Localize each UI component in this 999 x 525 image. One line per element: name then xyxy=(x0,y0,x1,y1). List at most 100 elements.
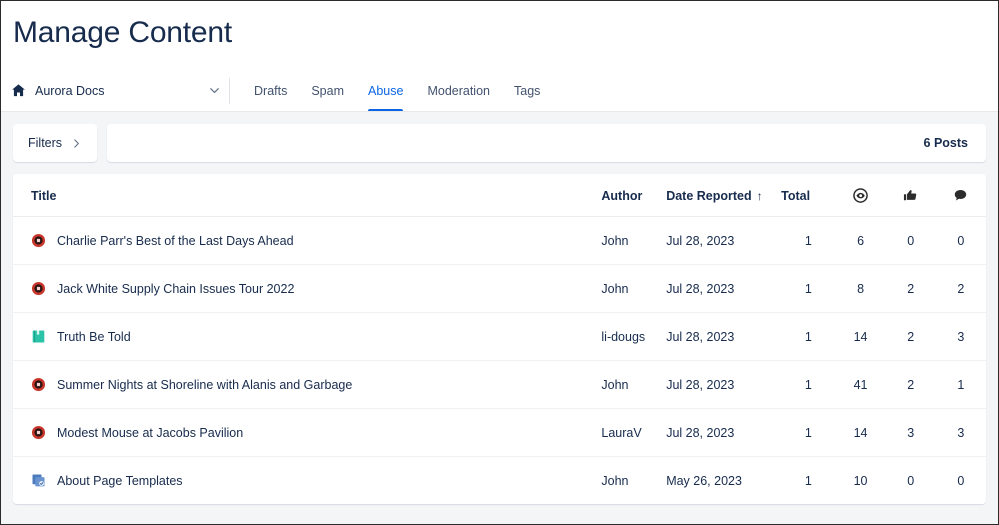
cell-likes: 2 xyxy=(885,360,936,409)
cell-total: 1 xyxy=(781,216,836,265)
content-table: Title Author Date Reported ↑ Total Charl… xyxy=(13,174,986,504)
cell-likes: 3 xyxy=(885,408,936,457)
home-icon xyxy=(12,84,25,97)
cell-total: 1 xyxy=(781,360,836,409)
cell-title: About Page Templates xyxy=(13,456,602,504)
page-header: Manage Content xyxy=(1,1,998,51)
table-row[interactable]: Modest Mouse at Jacobs Pavilion LauraV J… xyxy=(13,408,986,457)
column-header-views[interactable] xyxy=(835,174,886,217)
table-row[interactable]: Truth Be Told li-dougs Jul 28, 2023 1 14… xyxy=(13,312,986,361)
title-cell: About Page Templates xyxy=(31,473,601,488)
table-header-row: Title Author Date Reported ↑ Total xyxy=(13,174,986,217)
tab-abuse[interactable]: Abuse xyxy=(356,70,415,111)
table-header: Title Author Date Reported ↑ Total xyxy=(13,174,986,217)
cell-date-reported: May 26, 2023 xyxy=(666,456,782,504)
cell-author: John xyxy=(601,360,667,409)
post-count-label: 6 Posts xyxy=(923,136,968,150)
tab-moderation-label: Moderation xyxy=(427,83,490,98)
blog-post-icon xyxy=(31,233,46,248)
table-row[interactable]: Jack White Supply Chain Issues Tour 2022… xyxy=(13,264,986,313)
tab-spam[interactable]: Spam xyxy=(299,70,356,111)
title-cell: Summer Nights at Shoreline with Alanis a… xyxy=(31,377,601,392)
row-title-link[interactable]: Jack White Supply Chain Issues Tour 2022 xyxy=(57,282,294,296)
space-selector[interactable]: Aurora Docs xyxy=(1,70,229,111)
cell-title: Truth Be Told xyxy=(13,312,602,361)
tab-drafts[interactable]: Drafts xyxy=(242,70,299,111)
row-title-link[interactable]: Charlie Parr's Best of the Last Days Ahe… xyxy=(57,234,294,248)
row-title-link[interactable]: Summer Nights at Shoreline with Alanis a… xyxy=(57,378,352,392)
title-cell: Modest Mouse at Jacobs Pavilion xyxy=(31,425,601,440)
filters-button-label: Filters xyxy=(28,136,63,150)
row-title-link[interactable]: Truth Be Told xyxy=(57,330,131,344)
cell-likes: 2 xyxy=(885,312,936,361)
column-header-author-label: Author xyxy=(601,188,643,203)
column-header-total-label: Total xyxy=(781,188,811,203)
tab-abuse-label: Abuse xyxy=(368,83,404,98)
cell-total: 1 xyxy=(781,456,836,504)
content-tabs: Drafts Spam Abuse Moderation Tags xyxy=(242,70,552,111)
cell-comments: 0 xyxy=(935,216,986,265)
navigation-bar: Aurora Docs Drafts Spam Abuse Moderation… xyxy=(1,70,998,112)
views-header-icon-wrap xyxy=(835,188,885,203)
cell-comments: 0 xyxy=(935,456,986,504)
eye-icon xyxy=(853,188,868,203)
cell-views: 8 xyxy=(835,264,886,313)
chevron-right-icon xyxy=(74,138,79,148)
column-header-comments[interactable] xyxy=(935,174,986,217)
column-header-author[interactable]: Author xyxy=(601,174,667,217)
table-row[interactable]: Summer Nights at Shoreline with Alanis a… xyxy=(13,360,986,409)
table-body: Charlie Parr's Best of the Last Days Ahe… xyxy=(13,216,986,504)
cell-date-reported: Jul 28, 2023 xyxy=(666,408,782,457)
cell-date-reported: Jul 28, 2023 xyxy=(666,216,782,265)
likes-header-icon-wrap xyxy=(886,188,936,203)
table-row[interactable]: Charlie Parr's Best of the Last Days Ahe… xyxy=(13,216,986,265)
comment-icon xyxy=(955,189,967,201)
page-book-icon xyxy=(32,330,45,343)
blog-post-icon xyxy=(31,425,46,440)
cell-views: 6 xyxy=(835,216,886,265)
row-title-link[interactable]: Modest Mouse at Jacobs Pavilion xyxy=(57,426,243,440)
cell-views: 41 xyxy=(835,360,886,409)
cell-author: John xyxy=(601,264,667,313)
cell-comments: 3 xyxy=(935,312,986,361)
space-name: Aurora Docs xyxy=(35,83,105,98)
chevron-down-icon[interactable] xyxy=(208,84,221,97)
cell-date-reported: Jul 28, 2023 xyxy=(666,312,782,361)
column-header-likes[interactable] xyxy=(885,174,936,217)
column-header-title[interactable]: Title xyxy=(13,174,602,217)
cell-date-reported: Jul 28, 2023 xyxy=(666,264,782,313)
column-header-title-label: Title xyxy=(31,188,57,203)
comments-header-icon-wrap xyxy=(936,188,986,203)
search-bar[interactable]: 6 Posts xyxy=(107,124,986,162)
nav-divider xyxy=(229,77,230,104)
title-cell: Truth Be Told xyxy=(31,329,601,344)
tab-spam-label: Spam xyxy=(311,83,344,98)
sort-ascending-icon: ↑ xyxy=(756,188,763,203)
cell-likes: 0 xyxy=(885,216,936,265)
cell-title: Summer Nights at Shoreline with Alanis a… xyxy=(13,360,602,409)
cell-author: John xyxy=(601,456,667,504)
thumbs-up-icon xyxy=(904,190,917,201)
cell-title: Modest Mouse at Jacobs Pavilion xyxy=(13,408,602,457)
table-row[interactable]: About Page Templates John May 26, 2023 1… xyxy=(13,456,986,504)
blog-post-icon xyxy=(31,377,46,392)
cell-views: 10 xyxy=(835,456,886,504)
content-table-card: Title Author Date Reported ↑ Total Charl… xyxy=(13,174,986,504)
cell-total: 1 xyxy=(781,312,836,361)
row-title-link[interactable]: About Page Templates xyxy=(57,474,183,488)
page-title: Manage Content xyxy=(13,16,233,49)
blog-post-icon xyxy=(31,281,46,296)
tab-tags[interactable]: Tags xyxy=(502,70,552,111)
content-area: Filters 6 Posts Title Author Date Report… xyxy=(1,112,998,524)
cell-total: 1 xyxy=(781,264,836,313)
cell-comments: 2 xyxy=(935,264,986,313)
cell-author: LauraV xyxy=(601,408,667,457)
column-header-total[interactable]: Total xyxy=(781,174,836,217)
tab-moderation[interactable]: Moderation xyxy=(415,70,502,111)
column-header-date-label: Date Reported xyxy=(666,188,752,203)
tab-tags-label: Tags xyxy=(514,83,541,98)
filters-button[interactable]: Filters xyxy=(13,124,98,162)
column-header-date-reported[interactable]: Date Reported ↑ xyxy=(666,174,782,217)
title-cell: Jack White Supply Chain Issues Tour 2022 xyxy=(31,281,601,296)
cell-views: 14 xyxy=(835,408,886,457)
